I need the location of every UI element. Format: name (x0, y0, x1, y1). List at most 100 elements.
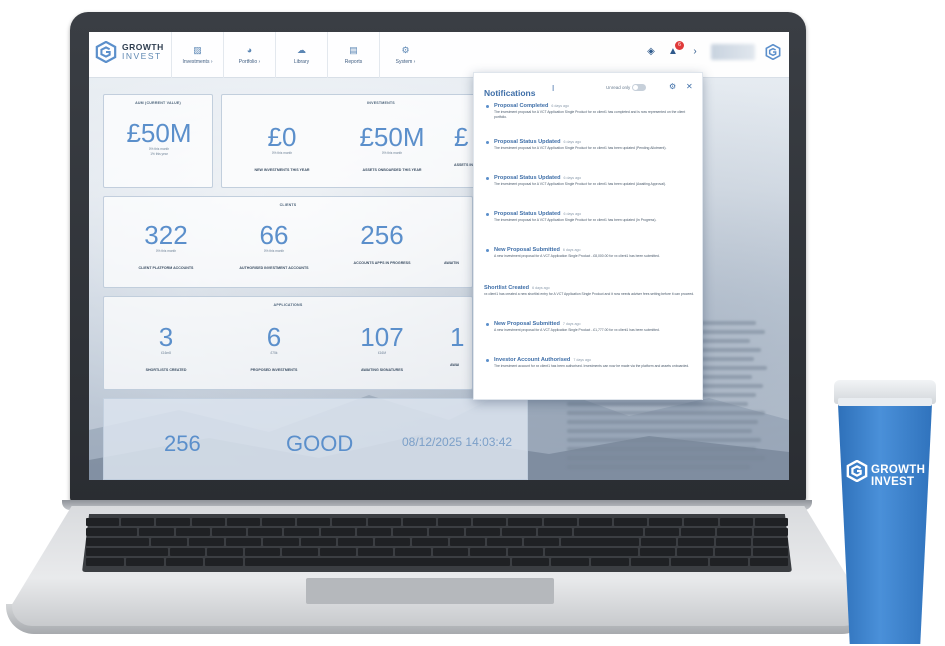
notification-item[interactable]: Proposal Completed 6 days ago The investm… (484, 103, 698, 120)
notification-body: The investment proposal for A VCT Applic… (494, 146, 667, 150)
client-stat: 256 ACCOUNTS APPS IN PROGRESS (322, 221, 442, 266)
notification-age: 7 days ago (562, 322, 581, 326)
unread-only-label: Unread only (606, 85, 631, 90)
key-row (86, 558, 789, 566)
chevron-right-icon[interactable]: › (689, 46, 701, 58)
nav-item-reports[interactable]: ▤ Reports (327, 32, 379, 78)
blurred-line (567, 411, 765, 415)
stat-label: AUTHORISED INVESTMENT ACCOUNTS (239, 266, 309, 270)
brand-logo[interactable]: GROWTH INVEST (95, 41, 164, 63)
status-datetime: 08/12/2025 14:03:42 (402, 435, 513, 449)
brand-sub: INVEST (122, 51, 162, 61)
blurred-line (567, 438, 761, 442)
stat-label: ACCOUNTS APPS IN PROGRESS (353, 261, 411, 265)
nav-item-label: Investments › (182, 58, 213, 65)
notification-body: The investment proposal for A VCT Applic… (494, 110, 686, 119)
client-stat: 66 0% this month AUTHORISED INVESTMENT A… (214, 221, 334, 271)
notification-title: Proposal Completed (494, 103, 549, 109)
nav-item-label: System › (395, 58, 416, 65)
notification-item[interactable]: New Proposal Submitted 7 days ago A new i… (484, 321, 698, 333)
nav-item-label: Portfolio › (238, 58, 261, 65)
notification-item[interactable]: Investor Account Authorised 7 days ago Th… (484, 357, 698, 369)
stat-value: £50M (359, 122, 425, 152)
stat-value: 322 (144, 220, 188, 250)
stat-sub: 0% this month (381, 151, 403, 155)
blurred-line (567, 456, 765, 460)
stat-sub: £16m8 (161, 351, 171, 355)
notifications-separator: I (552, 84, 555, 93)
stat-value: 1 (450, 322, 465, 352)
stat-label: AWAI (450, 363, 460, 367)
blurred-line (567, 402, 748, 406)
nav-item-library[interactable]: ☁ Library (275, 32, 327, 78)
bell-icon[interactable]: ▲ 6 (667, 41, 684, 58)
graduation-cap-icon[interactable]: ◈ (645, 46, 657, 58)
nav-item-portfolio[interactable]: ◕ Portfolio › (223, 32, 275, 78)
aum-card: AUM (CURRENT VALUE) £50M 0% this month 1… (103, 94, 213, 188)
notification-age: 6 days ago (551, 104, 569, 108)
notification-age: 6 days ago (532, 286, 550, 290)
status-text: GOOD (286, 431, 354, 456)
blurred-line (567, 447, 757, 451)
user-name-blurred[interactable] (711, 44, 755, 60)
investment-stat: £0 0% this month NEW INVESTMENTS THIS YE… (222, 123, 342, 173)
notifications-panel: Notifications I Unread only ⚙ ✕ Proposal… (473, 72, 703, 400)
notifications-header: Notifications I Unread only ⚙ ✕ (484, 82, 694, 98)
stat-label: AWAITIN (444, 261, 459, 265)
application-stat: 107 £16M AWAITING SIGNATURES (322, 323, 442, 373)
cloud-icon: ☁ (297, 44, 306, 55)
unread-only-toggle[interactable] (632, 84, 646, 91)
blurred-line (567, 465, 750, 469)
nav-item-investments[interactable]: ▨ Investments › (171, 32, 223, 78)
pie-icon: ◕ (246, 44, 253, 55)
nav-right-tools: ◈ ▲ 6 › (645, 41, 781, 60)
notification-title: Shortlist Created (484, 285, 530, 291)
notification-body: The investment proposal for A VCT Applic… (494, 182, 666, 186)
brand-wordmark: GROWTH INVEST (122, 43, 164, 61)
stat-value: 3 (158, 322, 174, 352)
notification-item[interactable]: Proposal Status Updated 6 days ago The in… (484, 175, 698, 187)
stat-sub: £75k (270, 351, 278, 355)
notification-item[interactable]: Shortlist Created 6 days ago xx client1 h… (484, 285, 698, 297)
notification-item[interactable]: New Proposal Submitted 6 days ago A new i… (484, 247, 698, 259)
close-icon[interactable]: ✕ (686, 82, 693, 91)
aum-stat: £50M 0% this month 1% this year (104, 119, 214, 157)
notification-title: Proposal Status Updated (494, 175, 561, 181)
notification-title: Proposal Status Updated (494, 211, 561, 217)
notification-title: New Proposal Submitted (494, 321, 560, 327)
notification-title: Proposal Status Updated (494, 139, 561, 145)
unread-dot-icon (486, 359, 489, 362)
cup-brand-line1: GROWTH (871, 464, 926, 476)
status-count: 256 (164, 431, 201, 456)
unread-dot-icon (486, 177, 489, 180)
notification-body: The investment account for xx client1 ha… (494, 364, 690, 368)
nav-item-label: Reports (344, 58, 363, 65)
notification-item[interactable]: Proposal Status Updated 6 days ago The in… (484, 139, 698, 151)
notification-age: 6 days ago (563, 176, 582, 180)
main-nav: ▨ Investments › ◕ Portfolio › ☁ Library … (171, 32, 431, 78)
client-stat: 322 0% this month CLIENT PLATFORM ACCOUN… (106, 221, 226, 271)
investment-stat: £50M 0% this month ASSETS ONBOARDED THIS… (332, 123, 452, 173)
gear-icon[interactable]: ⚙ (669, 82, 676, 91)
gear-icon: ⚙ (401, 44, 410, 55)
document-icon: ▤ (349, 44, 358, 55)
stat-value: £50M (126, 118, 192, 148)
unread-dot-icon (486, 249, 489, 252)
growth-invest-logo-icon (765, 44, 781, 60)
growth-invest-logo-icon (95, 41, 117, 63)
stat-label: CLIENT PLATFORM ACCOUNTS (138, 266, 194, 270)
coffee-cup-rim (838, 398, 932, 406)
cup-brand-text: GROWTH INVEST (871, 464, 925, 488)
notification-item[interactable]: Proposal Status Updated 6 days ago The in… (484, 211, 698, 223)
stat-value: 256 (360, 220, 404, 250)
blurred-line (567, 429, 752, 433)
blurred-line (567, 420, 759, 424)
nav-item-system[interactable]: ⚙ System › (379, 32, 431, 78)
key-row (86, 548, 789, 556)
stat-label: PROPOSED INVESTMENTS (250, 368, 298, 372)
notification-title: New Proposal Submitted (494, 247, 560, 253)
notification-body: xx client1 has created a new shortlist e… (484, 292, 695, 296)
notification-body: A new investment proposal for A VCT Appl… (494, 254, 660, 258)
stat-sub: 1% this year (150, 152, 168, 156)
notification-age: 6 days ago (563, 140, 582, 144)
